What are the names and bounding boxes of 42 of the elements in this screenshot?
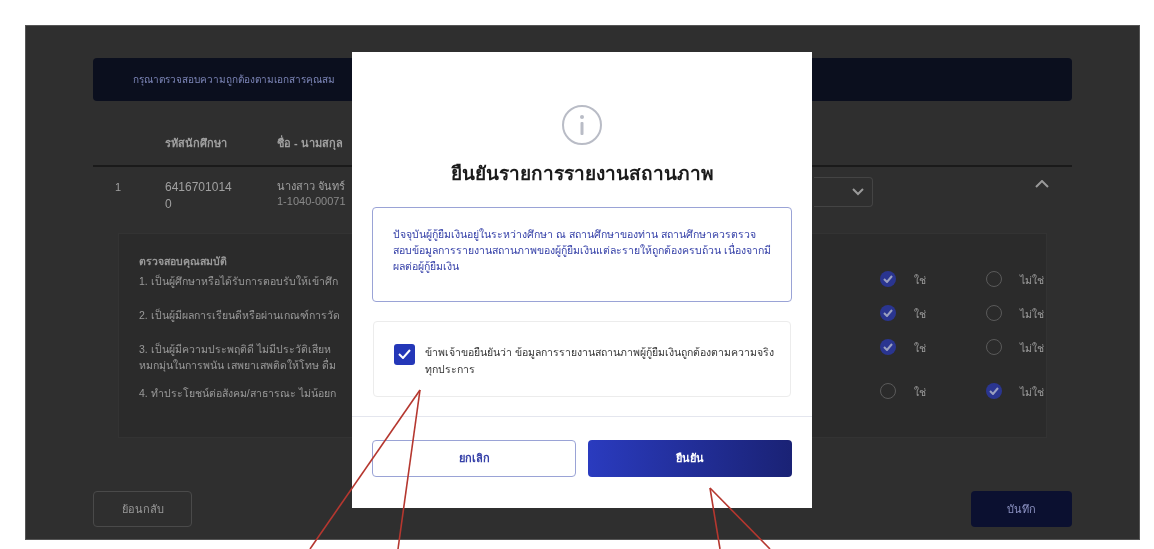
option-label: ไม่ใช่ — [1020, 341, 1044, 356]
cancel-button[interactable]: ยกเลิก — [372, 439, 576, 477]
student-id: 0 — [165, 196, 172, 213]
confirmation-text: ข้าพเจ้าขอยืนยันว่า ข้อมูลการรายงานสถานภาพผู้กู้ยืมเงินถูกต้องตามความจริงทุกประการ — [425, 344, 775, 378]
checklist-item-text: 2. เป็นผู้มีผลการเรียนดีหรือผ่านเกณฑ์การวัด — [139, 308, 340, 324]
option-label: ใช่ — [914, 273, 926, 288]
option-label: ไม่ใช่ — [1020, 273, 1044, 288]
banner-text: กรุณาตรวจสอบความถูกต้องตามเอกสารคุณสม — [133, 73, 335, 87]
checklist-title: ตรวจสอบคุณสมบัติ — [139, 254, 227, 270]
save-button[interactable]: บันทึก — [971, 491, 1072, 527]
notice-text: ปัจจุบันผู้กู้ยืมเงินอยู่ในระหว่างศึกษา ณ สถานศึกษาของท่าน สถานศึกษาควรตรวจสอบข้อมูลการรายงานสถานภาพของผู้กู้ยืมเงินแต่ละรายให้ถูกต้องครบถ้วน เนื่องจากมีผลต่อผู้กู้ยืมเงิน — [393, 226, 771, 274]
option-label: ใช่ — [914, 307, 926, 322]
option-label: ไม่ใช่ — [1020, 307, 1044, 322]
option-label: ไม่ใช่ — [1020, 385, 1044, 400]
student-id: 6416701014 — [165, 179, 232, 196]
check-icon — [883, 343, 893, 351]
checklist-item-text: 4. ทำประโยชน์ต่อสังคม/สาธารณะ ไม่น้อยก — [139, 386, 336, 401]
dialog-title: ยืนยันรายการรายงานสถานภาพ — [450, 162, 714, 186]
row-number: 1 — [115, 180, 123, 195]
checkbox[interactable] — [394, 343, 415, 365]
chevron-down-icon — [852, 188, 864, 196]
checklist-item-text: 1. เป็นผู้ศึกษาหรือได้รับการตอบรับให้เข้าศึก — [139, 274, 338, 290]
column-header: ชื่อ - นามสกุล — [277, 134, 344, 151]
check-icon — [883, 275, 893, 283]
back-button[interactable]: ย้อนกลับ — [93, 491, 192, 527]
checklist-item-text: 3. เป็นผู้มีความประพฤติดี ไม่มีประวัติเสียห — [139, 342, 331, 358]
column-header: รหัสนักศึกษา — [165, 135, 228, 151]
student-code: 1-1040-00071 — [277, 194, 346, 209]
confirm-button[interactable]: ยืนยัน — [588, 439, 792, 477]
option-label: ใช่ — [914, 341, 926, 356]
checked-radio[interactable] — [986, 383, 1002, 399]
checked-radio[interactable] — [880, 305, 896, 321]
checked-radio[interactable] — [880, 271, 896, 287]
info-icon — [561, 104, 603, 146]
check-icon — [883, 309, 893, 317]
check-icon — [398, 349, 411, 359]
checked-radio[interactable] — [880, 339, 896, 355]
option-label: ใช่ — [914, 385, 926, 400]
student-name: นางสาว จันทร์ — [277, 179, 346, 194]
check-icon — [989, 387, 999, 395]
annotation-lines — [709, 487, 771, 549]
checklist-item-text: หมกมุ่นในการพนัน เสพยาเสพติดให้โทษ ดื่ม — [139, 357, 336, 374]
